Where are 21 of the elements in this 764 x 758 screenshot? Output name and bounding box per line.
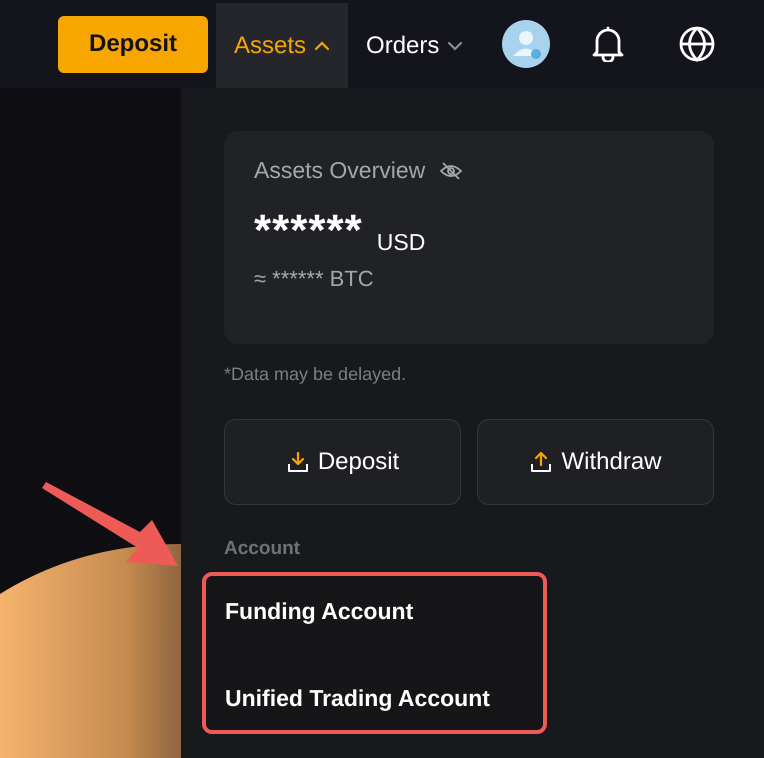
chevron-icon (447, 40, 464, 50)
nav-tab[interactable]: Assets (216, 3, 348, 88)
deposit-button[interactable]: Deposit (58, 16, 208, 72)
globe-icon[interactable] (679, 26, 716, 62)
notification-bell-icon[interactable] (591, 26, 626, 62)
account-link[interactable]: Unified Trading Account (225, 685, 543, 712)
btc-balance: ≈ ****** BTC (254, 266, 375, 292)
upload-icon (529, 450, 554, 474)
delay-note: *Data may be delayed. (224, 364, 408, 385)
download-icon (286, 450, 310, 474)
account-link[interactable]: Funding Account (225, 598, 543, 625)
card-title: Assets Overview (254, 157, 426, 184)
action-button[interactable]: Withdraw (477, 419, 714, 505)
section-heading: Account (224, 538, 301, 560)
nav-tab[interactable]: Orders (348, 3, 482, 88)
avatar-icon[interactable] (501, 19, 552, 69)
action-button[interactable]: Deposit (224, 419, 461, 505)
chevron-icon (314, 40, 330, 50)
currency-label: USD (376, 228, 426, 256)
eye-off-icon[interactable] (439, 160, 464, 180)
hidden-balance: ****** (254, 206, 363, 256)
